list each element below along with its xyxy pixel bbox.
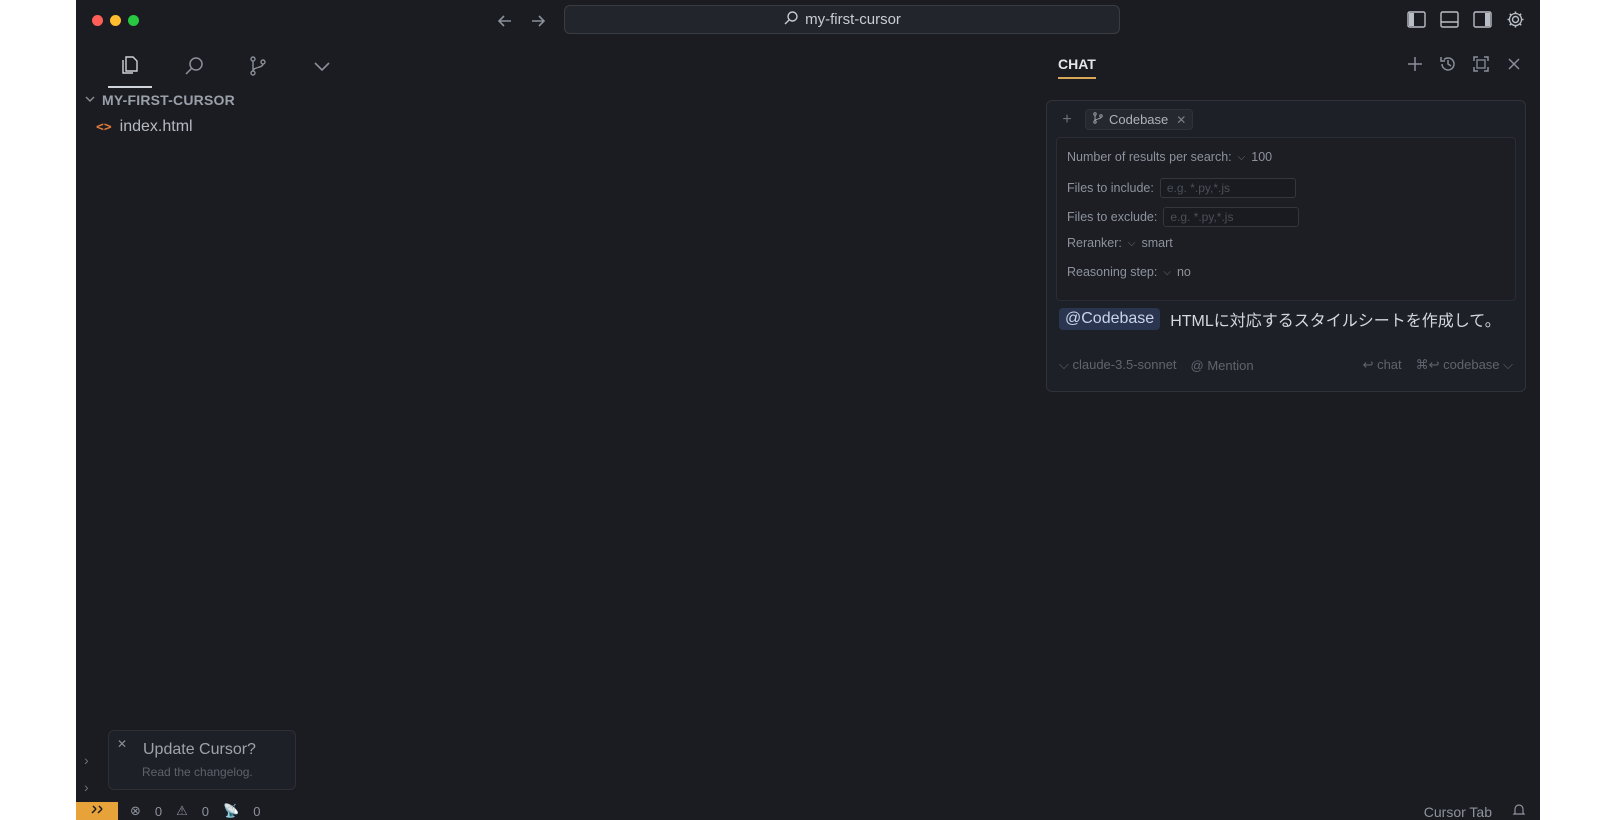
collapsed-section-chevron-icon[interactable]: › — [84, 752, 89, 768]
files-to-exclude-input[interactable]: e.g. *.py,*.js — [1163, 207, 1300, 227]
context-chip-codebase[interactable]: Codebase ✕ — [1085, 109, 1194, 130]
close-icon[interactable]: ✕ — [117, 737, 127, 751]
title-bar: my-first-cursor — [76, 0, 1540, 40]
mention-button[interactable]: @ Mention — [1191, 358, 1254, 373]
context-chip-label: Codebase — [1109, 112, 1169, 127]
app-window: my-first-cursor MY-FIRST-CURSOR <> index… — [76, 0, 1540, 820]
window-title: my-first-cursor — [805, 11, 901, 28]
bell-icon[interactable] — [1512, 803, 1526, 820]
reasoning-step-value[interactable]: no — [1177, 265, 1191, 279]
files-to-exclude-option: Files to exclude: e.g. *.py,*.js — [1067, 207, 1300, 227]
codebase-mention-pill[interactable]: @Codebase — [1059, 308, 1161, 330]
html-file-icon: <> — [96, 119, 112, 135]
git-branch-icon — [247, 55, 269, 82]
back-arrow-icon[interactable] — [494, 10, 516, 32]
reasoning-step-option: Reasoning step: ⌵ no — [1067, 265, 1191, 279]
chat-actions — [1405, 54, 1524, 74]
remote-indicator-button[interactable] — [76, 802, 118, 820]
chevron-down-icon — [84, 92, 96, 108]
warning-icon: ⚠ — [176, 803, 188, 818]
search-icon — [183, 55, 205, 82]
submit-codebase-button[interactable]: ⌘↩ codebase ⌵ — [1416, 357, 1513, 373]
search-tab[interactable] — [172, 48, 216, 88]
submit-chat-button[interactable]: ↩ chat — [1363, 357, 1402, 373]
more-views-dropdown[interactable] — [300, 48, 344, 88]
status-problems[interactable]: ⊗ 0 ⚠ 0 📡 0 — [130, 803, 260, 819]
folder-name: MY-FIRST-CURSOR — [102, 92, 235, 108]
codebase-options-panel: Number of results per search: ⌵ 100 File… — [1056, 137, 1516, 301]
error-count: 0 — [154, 803, 163, 819]
codebase-shortcut-label: ⌘↩ codebase — [1415, 357, 1500, 372]
files-to-include-label: Files to include: — [1067, 181, 1154, 195]
chevron-down-icon[interactable]: ⌵ — [1238, 152, 1246, 163]
files-to-exclude-label: Files to exclude: — [1067, 210, 1158, 224]
collapsed-section-chevron-icon[interactable]: › — [84, 779, 89, 795]
settings-gear-icon[interactable] — [1505, 9, 1526, 30]
results-per-search-value[interactable]: 100 — [1251, 150, 1272, 164]
chat-prompt-text[interactable]: @Codebase HTMLに対応するスタイルシートを作成して。 — [1059, 307, 1501, 331]
close-icon[interactable] — [1504, 54, 1524, 74]
chevron-down-icon[interactable]: ⌵ — [1163, 267, 1171, 278]
minimize-window-button[interactable] — [110, 15, 121, 26]
files-icon — [119, 54, 141, 81]
reranker-value[interactable]: smart — [1141, 236, 1172, 250]
remove-context-close-icon[interactable]: ✕ — [1176, 113, 1186, 127]
chat-footer: ⌵ claude-3.5-sonnet @ Mention ↩ chat ⌘↩ … — [1059, 357, 1513, 373]
chat-tab[interactable]: CHAT — [1058, 56, 1096, 79]
update-notification[interactable]: ✕ Update Cursor? Read the changelog. — [108, 730, 296, 790]
maximize-panel-icon[interactable] — [1471, 54, 1491, 74]
toggle-secondary-sidebar-icon[interactable] — [1472, 9, 1493, 30]
context-row: + Codebase ✕ — [1057, 109, 1194, 130]
new-chat-plus-icon[interactable] — [1405, 54, 1425, 74]
git-branch-icon — [1092, 112, 1104, 127]
files-to-include-option: Files to include: e.g. *.py,*.js — [1067, 178, 1296, 198]
error-icon: ⊗ — [130, 803, 141, 818]
command-center-search[interactable]: my-first-cursor — [564, 5, 1120, 34]
notification-subtitle[interactable]: Read the changelog. — [142, 765, 253, 779]
close-window-button[interactable] — [92, 15, 103, 26]
prompt-message: HTMLに対応するスタイルシートを作成して。 — [1170, 313, 1501, 330]
add-context-plus-icon[interactable]: + — [1057, 111, 1077, 129]
model-selector[interactable]: ⌵ claude-3.5-sonnet — [1059, 357, 1177, 373]
activity-bar — [108, 48, 344, 88]
ports-icon: 📡 — [223, 803, 240, 818]
maximize-window-button[interactable] — [128, 15, 139, 26]
history-icon[interactable] — [1438, 54, 1458, 74]
warning-count: 0 — [201, 803, 210, 819]
status-bar: ⊗ 0 ⚠ 0 📡 0 Cursor Tab — [76, 802, 1540, 820]
results-per-search-label: Number of results per search: — [1067, 150, 1232, 164]
ports-count: 0 — [253, 803, 261, 819]
status-right: Cursor Tab — [1424, 803, 1526, 820]
reranker-label: Reranker: — [1067, 236, 1122, 250]
forward-arrow-icon[interactable] — [527, 10, 549, 32]
search-icon — [783, 10, 799, 30]
explorer-tab[interactable] — [108, 48, 152, 88]
chat-input-box[interactable]: + Codebase ✕ Number of results per searc… — [1046, 100, 1526, 392]
chevron-down-icon — [311, 55, 333, 82]
reasoning-step-label: Reasoning step: — [1067, 265, 1158, 279]
notification-title: Update Cursor? — [143, 741, 256, 758]
results-per-search-option: Number of results per search: ⌵ 100 — [1067, 150, 1272, 164]
toggle-panel-icon[interactable] — [1439, 9, 1460, 30]
reranker-option: Reranker: ⌵ smart — [1067, 236, 1173, 250]
explorer-folder-header[interactable]: MY-FIRST-CURSOR — [84, 92, 235, 108]
file-item-index-html[interactable]: <> index.html — [96, 118, 193, 136]
chevron-down-icon[interactable]: ⌵ — [1128, 238, 1136, 249]
source-control-tab[interactable] — [236, 48, 280, 88]
layout-controls — [1406, 9, 1526, 30]
model-name: claude-3.5-sonnet — [1072, 357, 1177, 372]
toggle-primary-sidebar-icon[interactable] — [1406, 9, 1427, 30]
files-to-include-input[interactable]: e.g. *.py,*.js — [1159, 178, 1296, 198]
remote-icon — [91, 805, 103, 814]
cursor-tab-status[interactable]: Cursor Tab — [1424, 804, 1492, 820]
file-name: index.html — [119, 118, 193, 135]
